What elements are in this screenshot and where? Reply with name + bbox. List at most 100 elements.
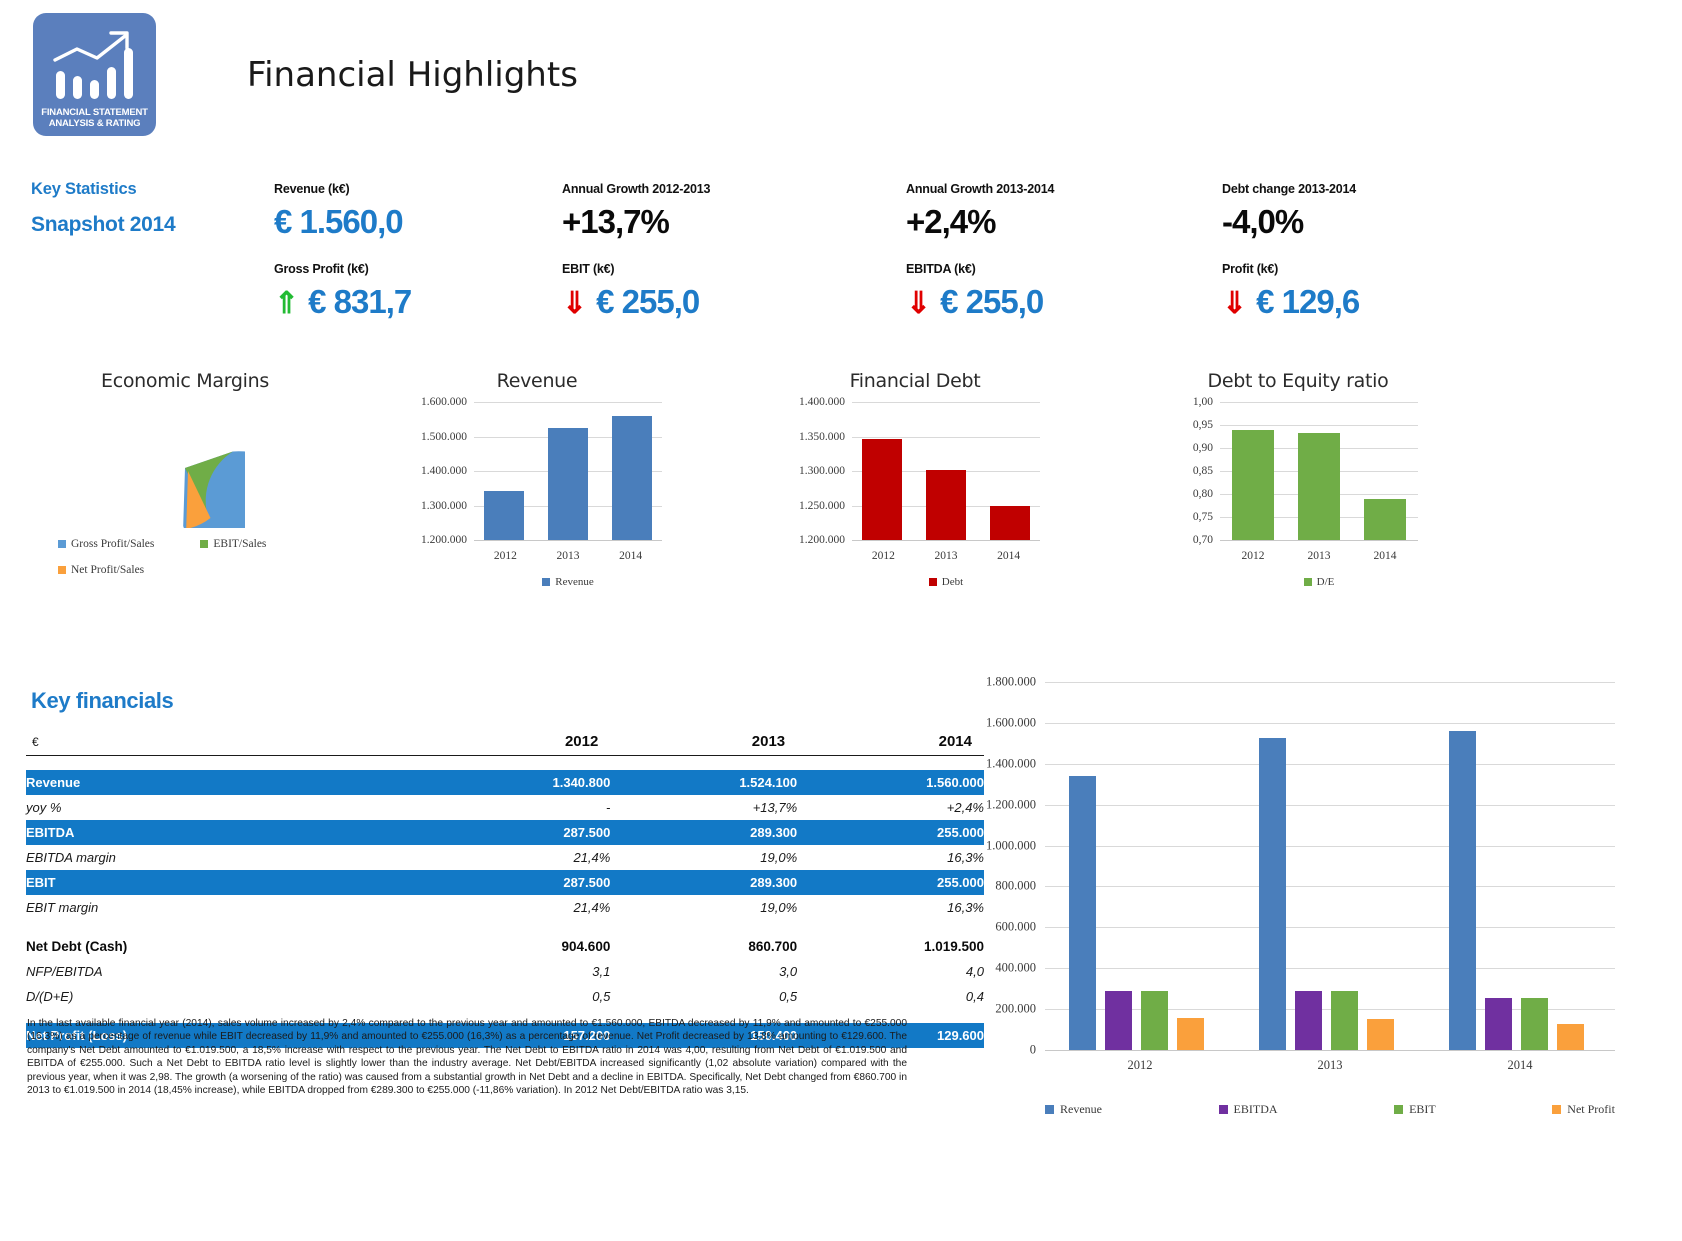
bc-xlabel-2012: 2012 <box>1127 1058 1153 1072</box>
chart-economic-margins-title: Economic Margins <box>100 370 269 392</box>
ytick-revenue-0: 1.200.000 <box>421 534 467 546</box>
kpi-ebit-value: € 255,0 <box>596 283 700 320</box>
ytick-de-4: 0,90 <box>1192 442 1213 454</box>
table-row: Net Debt (Cash) 904.600 860.700 1.019.50… <box>26 934 984 959</box>
arrow-down-icon: ⇓ <box>562 287 588 320</box>
cell-ebit-2012: 287.500 <box>423 869 611 895</box>
table-row: D/(D+E) 0,5 0,5 0,4 <box>26 984 984 1009</box>
mini-charts-row: Economic Margins Gross Profit/Sales EBIT… <box>0 360 1682 615</box>
cell-revenue-2013: 1.524.100 <box>610 769 798 795</box>
cell-net-debt-2012: 904.600 <box>561 938 611 954</box>
cell-ebitda-2012: 287.500 <box>423 819 611 845</box>
kpi-growth-2013-2014: Annual Growth 2013-2014 +2,4% <box>906 182 1054 242</box>
logo-caption: FINANCIAL STATEMENT ANALYSIS & RATING <box>41 107 148 129</box>
bc-ytick-6: 1.200.000 <box>986 797 1036 812</box>
legend-swatch-revenue <box>542 578 551 586</box>
bc-ytick-8: 1.600.000 <box>986 715 1036 730</box>
bc-xlabel-2013: 2013 <box>1317 1058 1343 1072</box>
bar-debt-2014 <box>990 505 1030 540</box>
kpi-ebitda-value: € 255,0 <box>940 283 1044 320</box>
header-year-2012: 2012 <box>564 733 599 750</box>
chart-debt-to-equity-xlabels: 2012 2013 2014 <box>1220 550 1418 562</box>
cell-net-debt-2013: 860.700 <box>748 938 798 954</box>
bar-ebitda-2012 <box>1105 991 1132 1050</box>
app-logo: FINANCIAL STATEMENT ANALYSIS & RATING <box>33 13 156 136</box>
ytick-debt-2: 1.300.000 <box>799 465 845 477</box>
legend-item-ebit-sales: EBIT/Sales <box>200 538 266 550</box>
legend-label-revenue: Revenue <box>555 576 594 588</box>
kpi-profit-value: € 129,6 <box>1256 283 1360 320</box>
bar-ebitda-2013 <box>1295 990 1322 1050</box>
legend-item-revenue: Revenue <box>1045 1102 1102 1117</box>
chart-financial-debt-plot: 1.200.000 1.250.000 1.300.000 1.350.000 … <box>799 396 1040 546</box>
cell-ebit-margin-2012: 21,4% <box>573 899 611 915</box>
legend-label-debt: Debt <box>941 576 964 588</box>
chart-key-financials-legend: Revenue EBITDA EBIT Net Profit <box>1045 1102 1615 1117</box>
table-row: NFP/EBITDA 3,1 3,0 4,0 <box>26 959 984 984</box>
ytick-revenue-2: 1.400.000 <box>421 465 467 477</box>
cell-ebitda-margin-2012: 21,4% <box>573 849 611 865</box>
header-year-2013: 2013 <box>751 733 786 750</box>
cell-yoy-2013: +13,7% <box>752 799 798 815</box>
narrative-commentary: In the last available financial year (20… <box>27 1018 907 1097</box>
table-row: EBIT 287.500 289.300 255.000 <box>26 869 984 895</box>
legend-item-gross-profit-sales: Gross Profit/Sales <box>58 538 154 550</box>
page-header: FINANCIAL STATEMENT ANALYSIS & RATING Fi… <box>0 0 1682 160</box>
ytick-debt-4: 1.400.000 <box>799 396 845 408</box>
xlabel-revenue-2014: 2014 <box>619 550 643 562</box>
ytick-revenue-3: 1.500.000 <box>421 430 467 443</box>
kpi-debt-change: Debt change 2013-2014 -4,0% <box>1222 182 1356 242</box>
bar-revenue-2013 <box>548 428 588 540</box>
kpi-gross-profit: Gross Profit (k€) ⇑ € 831,7 <box>274 262 412 324</box>
kpi-debt-change-label: Debt change 2013-2014 <box>1222 182 1357 196</box>
xlabel-revenue-2013: 2013 <box>556 550 580 562</box>
kpi-gross-profit-value: € 831,7 <box>308 283 412 320</box>
row-label-nfp-ebitda: NFP/EBITDA <box>26 963 103 979</box>
bc-ytick-9: 1.800.000 <box>986 674 1036 689</box>
chart-key-financials-xlabels: 2012 2013 2014 <box>1045 1058 1615 1073</box>
xlabel-debt-2014: 2014 <box>997 550 1021 562</box>
row-label-ebitda-margin: EBITDA margin <box>26 849 116 865</box>
chart-revenue-title: Revenue <box>496 370 578 392</box>
row-label-d-over-de: D/(D+E) <box>26 988 74 1004</box>
ytick-de-0: 0,70 <box>1192 534 1213 546</box>
cell-ebit-margin-2013: 19,0% <box>760 899 798 915</box>
chart-revenue-xlabels: 2012 2013 2014 <box>474 550 662 562</box>
bc-ytick-4: 800.000 <box>995 878 1036 893</box>
legend-item-net-profit-sales: Net Profit/Sales <box>58 564 144 576</box>
legend-swatch-debt <box>928 578 937 586</box>
cell-nfp-ebitda-2012: 3,1 <box>592 963 611 979</box>
bc-ytick-5: 1.000.000 <box>986 838 1036 853</box>
cell-yoy-2012: - <box>606 799 611 815</box>
chart-revenue-plot: 1.200.000 1.300.000 1.400.000 1.500.000 … <box>421 396 662 546</box>
bar-revenue-2013 <box>1259 738 1286 1050</box>
key-statistics-subheading: Snapshot 2014 <box>31 213 176 236</box>
legend-label-ebit: EBIT/Sales <box>213 538 267 550</box>
bar-ebit-2012 <box>1141 991 1168 1050</box>
arrow-down-icon: ⇓ <box>1222 287 1248 320</box>
bar-revenue-2012 <box>1069 775 1096 1050</box>
kpi-ebit: EBIT (k€) ⇓ € 255,0 <box>562 262 700 324</box>
ytick-debt-0: 1.200.000 <box>799 534 845 546</box>
kpi-revenue: Revenue (k€) € 1.560,0 <box>274 182 404 242</box>
pie-legend-row-1: Gross Profit/Sales EBIT/Sales <box>58 538 266 550</box>
ytick-revenue-4: 1.600.000 <box>421 396 467 408</box>
kpi-ebit-label: EBIT (k€) <box>562 262 615 276</box>
legend-swatch-ebit <box>1394 1105 1404 1114</box>
legend-label-ebit: EBIT <box>1409 1102 1436 1116</box>
header-unit: € <box>32 734 39 749</box>
legend-label-ebitda: EBITDA <box>1233 1102 1278 1116</box>
xlabel-debt-2013: 2013 <box>934 550 958 562</box>
bar-revenue-2014 <box>1449 731 1476 1050</box>
pie-legend-row-2: Net Profit/Sales <box>58 564 144 576</box>
xlabel-debt-2012: 2012 <box>871 550 895 562</box>
kpi-profit-label: Profit (k€) <box>1222 262 1279 276</box>
table-row: EBITDA margin 21,4% 19,0% 16,3% <box>26 845 984 870</box>
table-row: EBIT margin 21,4% 19,0% 16,3% <box>26 895 984 920</box>
legend-label-gross-profit: Gross Profit/Sales <box>71 538 155 550</box>
cell-ebit-2013: 289.300 <box>610 869 798 895</box>
kpi-gross-profit-label: Gross Profit (k€) <box>274 262 369 276</box>
bc-ytick-7: 1.400.000 <box>986 756 1036 771</box>
bar-group-2012 <box>1069 682 1235 1050</box>
bar-group-2014 <box>1449 682 1615 1050</box>
